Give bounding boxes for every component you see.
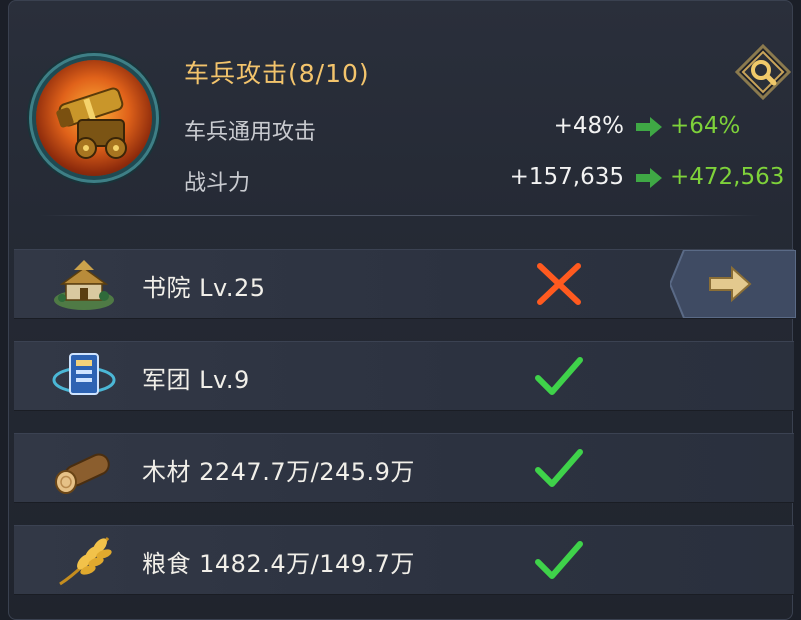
check-icon	[535, 357, 583, 395]
check-icon	[535, 449, 583, 487]
stat-current-attack: +48%	[553, 113, 624, 139]
cannon-icon	[36, 60, 152, 176]
academy-building-icon	[54, 260, 114, 310]
arrow-right-icon	[636, 117, 662, 137]
stat-next-power: +472,563	[670, 164, 785, 190]
check-icon	[535, 541, 583, 579]
requirement-label: 粮食 1482.4万/149.7万	[142, 550, 415, 578]
requirement-row-wood: 木材 2247.7万/245.9万	[14, 433, 794, 503]
go-to-button[interactable]	[670, 250, 796, 318]
requirement-label: 军团 Lv.9	[142, 366, 250, 394]
requirement-label: 木材 2247.7万/245.9万	[142, 458, 415, 486]
section-divider	[40, 215, 760, 216]
requirement-row-legion: 军团 Lv.9	[14, 341, 794, 411]
wood-log-icon	[55, 453, 110, 494]
stat-current-power: +157,635	[509, 164, 624, 190]
cross-icon	[537, 263, 581, 305]
wheat-icon	[59, 537, 112, 586]
search-button[interactable]	[735, 44, 791, 100]
arrow-right-icon	[636, 168, 662, 188]
requirement-label: 书院 Lv.25	[142, 274, 266, 302]
stat-label-power: 战斗力	[184, 171, 251, 196]
upgrade-title: 车兵攻击(8/10)	[184, 59, 370, 88]
legion-banner-icon	[52, 353, 116, 395]
stat-label-attack: 车兵通用攻击	[184, 120, 317, 145]
requirement-row-academy: 书院 Lv.25	[14, 249, 796, 319]
requirement-row-grain: 粮食 1482.4万/149.7万	[14, 525, 794, 595]
stat-next-attack: +64%	[670, 113, 741, 139]
